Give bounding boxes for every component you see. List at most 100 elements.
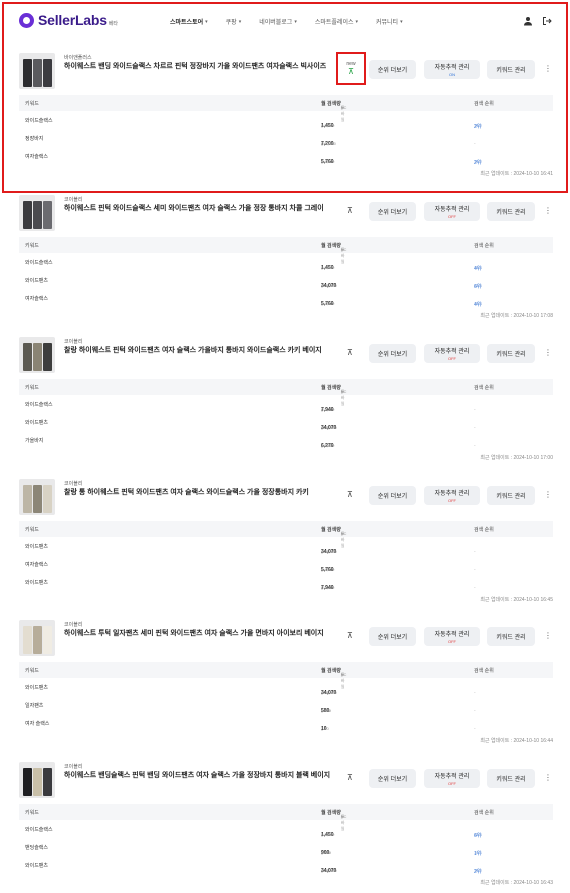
product-thumbnail[interactable] <box>19 479 55 515</box>
pin-icon[interactable]: ⊼ <box>347 773 353 782</box>
more-options-icon[interactable]: ⋮ <box>544 490 552 499</box>
volume-pc: ▭ 1,050 <box>321 141 336 146</box>
auto-track-state: OFF <box>448 356 456 361</box>
product-thumbnail[interactable] <box>19 337 55 373</box>
keyword-cell[interactable]: 와이드슬랙스 <box>25 826 53 833</box>
keyword-cell[interactable]: 와이드슬랙스 <box>25 117 53 124</box>
user-icon[interactable] <box>523 16 533 26</box>
column-volume: 월 검색량 ▯ 모바일 ▭ PC <box>321 809 346 831</box>
keyword-cell[interactable]: 와이드슬랙스 <box>25 259 53 266</box>
product-title[interactable]: 하이웨스트 투턱 일자팬츠 세미 핀턱 와이드팬츠 여자 슬랙스 가을 면바지 … <box>64 629 344 639</box>
keyword-manage-button[interactable]: 키워드 관리 <box>487 769 535 788</box>
more-options-icon[interactable]: ⋮ <box>544 773 552 782</box>
more-options-icon[interactable]: ⋮ <box>544 206 552 215</box>
product-title[interactable]: 찰랑 하이웨스트 핀턱 와이드팬츠 여자 슬랙스 가을바지 통바지 와이드슬랙스… <box>64 346 344 356</box>
column-volume: 월 검색량 ▯ 모바일 ▭ PC <box>321 526 346 548</box>
product-thumbnail[interactable] <box>19 620 55 656</box>
keyword-cell[interactable]: 와이드팬츠 <box>25 277 48 284</box>
auto-track-button[interactable]: 자동추적 관리 OFF <box>424 627 480 646</box>
table-row: 여자슬랙스 5,760 ▯ 4,820 ▭ 940 4위 1P 4 <box>19 289 553 308</box>
keyword-cell[interactable]: 와이드팬츠 <box>25 543 48 550</box>
keyword-cell[interactable]: 여자슬랙스 <box>25 561 48 568</box>
product-title[interactable]: 찰랑 통 하이웨스트 핀턱 와이드팬츠 여자 슬랙스 와이드슬랙스 가을 정장통… <box>64 488 344 498</box>
store-name[interactable]: 코이블리 <box>64 763 82 770</box>
keyword-manage-button[interactable]: 키워드 관리 <box>487 202 535 221</box>
keyword-cell[interactable]: 일자팬츠 <box>25 702 43 709</box>
product-thumbnail[interactable] <box>19 762 55 798</box>
pin-icon[interactable]: ⊼ <box>347 490 353 499</box>
more-options-icon[interactable]: ⋮ <box>544 64 552 73</box>
auto-track-label: 자동추적 관리 <box>434 349 470 355</box>
auto-track-button[interactable]: 자동추적 관리 OFF <box>424 202 480 221</box>
pin-icon[interactable]: ⊼ <box>347 348 353 357</box>
store-name[interactable]: 코이블리 <box>64 621 82 628</box>
keyword-manage-button[interactable]: 키워드 관리 <box>487 60 535 79</box>
thumbnail-item <box>23 626 32 654</box>
store-name[interactable]: 코이블리 <box>64 338 82 345</box>
more-options-icon[interactable]: ⋮ <box>544 631 552 640</box>
pin-icon[interactable]: ⊼ <box>347 206 353 215</box>
rank-more-button[interactable]: 순위 더보기 <box>369 769 416 788</box>
logout-icon[interactable] <box>542 16 552 26</box>
logo-text: SellerLabs <box>38 12 107 28</box>
rank-more-button[interactable]: 순위 더보기 <box>369 486 416 505</box>
keyword-cell[interactable]: 가을바지 <box>25 437 43 444</box>
keyword-cell[interactable]: 와이드팬츠 <box>25 862 48 869</box>
product-title[interactable]: 하이웨스트 밴딩슬랙스 핀턱 밴딩 와이드팬츠 여자 슬랙스 가을 정장바지 통… <box>64 771 344 781</box>
nav-item[interactable]: 쿠팡 ▾ <box>226 17 242 27</box>
rank-more-button[interactable]: 순위 더보기 <box>369 202 416 221</box>
table-row: 정장바지 7,200 ▯ 6,150 ▭ 1,050- <box>19 129 553 147</box>
logo-beta: 베타 <box>108 20 119 27</box>
product-thumbnail[interactable] <box>19 195 55 231</box>
auto-track-button[interactable]: 자동추적 관리 OFF <box>424 486 480 505</box>
product-card: 바이앤플러스 하이웨스트 밴딩 와이드슬랙스 차르르 핀턱 정장바지 가을 와이드… <box>19 51 553 179</box>
product-thumbnail[interactable] <box>19 53 55 89</box>
keyword-manage-button[interactable]: 키워드 관리 <box>487 627 535 646</box>
keyword-cell[interactable]: 여자슬랙스 <box>25 153 48 160</box>
nav-item[interactable]: 스마트스토어 ▾ <box>170 17 208 27</box>
product-card: 코이블리 하이웨스트 핀턱 와이드슬랙스 세미 와이드팬츠 여자 슬랙스 가을 정… <box>19 193 553 321</box>
auto-track-button[interactable]: 자동추적 관리 OFF <box>424 344 480 363</box>
keyword-cell[interactable]: 정장바지 <box>25 135 43 142</box>
volume-mobile: ▯ 10 <box>321 726 329 731</box>
rank-page: 1P 6 <box>474 283 483 288</box>
keyword-cell[interactable]: 와이드슬랙스 <box>25 401 53 408</box>
nav-item-label: 스마트플레이스 <box>314 20 354 26</box>
auto-track-label: 자동추적 관리 <box>434 65 470 71</box>
keyword-cell[interactable]: 밴딩슬랙스 <box>25 844 48 851</box>
keyword-cell[interactable]: 와이드팬츠 <box>25 684 48 691</box>
chevron-down-icon: ▾ <box>205 18 208 25</box>
keyword-cell[interactable]: 여자 슬랙스 <box>25 720 49 727</box>
keyword-cell[interactable]: 와이드팬츠 <box>25 419 48 426</box>
volume-pc: ▭ 920 <box>321 585 333 590</box>
rank-more-button[interactable]: 순위 더보기 <box>369 344 416 363</box>
column-keyword: 키워드 <box>25 385 39 391</box>
keyword-cell[interactable]: 여자슬랙스 <box>25 295 48 302</box>
store-name[interactable]: 코이블리 <box>64 480 82 487</box>
keyword-manage-button[interactable]: 키워드 관리 <box>487 344 535 363</box>
chevron-down-icon: ▾ <box>238 18 242 25</box>
keyword-cell[interactable]: 와이드팬츠 <box>25 579 48 586</box>
logo[interactable]: SellerLabs 베타 <box>19 12 118 28</box>
nav-item[interactable]: 커뮤니티 ▾ <box>376 17 403 27</box>
nav-item[interactable]: 스마트플레이스 ▾ <box>314 17 358 27</box>
column-keyword: 키워드 <box>25 668 39 674</box>
table-row: 와이드팬츠 34,070 ▯ 31,300 ▭ 2,770 2위 1P 2 <box>19 856 553 875</box>
auto-track-button[interactable]: 자동추적 관리 ON <box>424 60 480 79</box>
table-row: 와이드슬랙스 1,450 ▯ 1,340 ▭ 110 2위 1P 2 <box>19 111 553 130</box>
pin-icon[interactable]: ⊼ <box>347 631 353 640</box>
table-row: 와이드팬츠 7,940 ▯ 7,020 ▭ 920- <box>19 573 553 591</box>
thumbnail-item <box>33 626 42 654</box>
product-title[interactable]: 하이웨스트 밴딩 와이드슬랙스 차르르 핀턱 정장바지 가을 와이드팬츠 여자슬… <box>64 62 344 72</box>
rank-more-button[interactable]: 순위 더보기 <box>369 627 416 646</box>
store-name[interactable]: 코이블리 <box>64 196 82 203</box>
auto-track-button[interactable]: 자동추적 관리 OFF <box>424 769 480 788</box>
more-options-icon[interactable]: ⋮ <box>544 348 552 357</box>
product-title[interactable]: 하이웨스트 핀턱 와이드슬랙스 세미 와이드팬츠 여자 슬랙스 가을 정장 통바… <box>64 204 344 214</box>
nav-item[interactable]: 네이버블로그 ▾ <box>259 17 297 27</box>
chevron-down-icon: ▾ <box>400 18 403 25</box>
pin-icon[interactable]: ⊼ <box>348 67 354 76</box>
keyword-manage-button[interactable]: 키워드 관리 <box>487 486 535 505</box>
store-name[interactable]: 바이앤플러스 <box>64 54 92 61</box>
rank-more-button[interactable]: 순위 더보기 <box>369 60 416 79</box>
